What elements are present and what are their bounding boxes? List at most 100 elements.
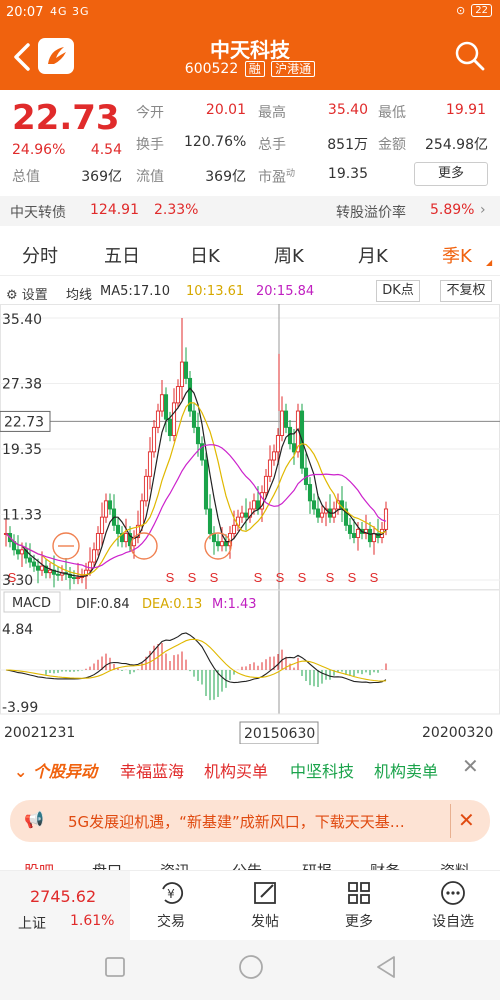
candle-body: [263, 475, 269, 494]
quote-panel: 22.73 24.96% 4.54 今开 20.01 最高 35.40 最低 1…: [0, 90, 500, 194]
promo-banner[interactable]: 📢 5G发展迎机遇，“新基建”成新风口，下载天天基… ✕: [10, 800, 490, 842]
yen-coin-icon: ¥: [162, 882, 184, 904]
tab-quarterly-k[interactable]: 季K: [442, 242, 472, 268]
alert-item[interactable]: 中坚科技: [290, 758, 354, 782]
alert-item[interactable]: 幸福蓝海: [120, 758, 184, 782]
candle-body: [107, 500, 113, 510]
alert-item[interactable]: 机构卖单: [374, 758, 438, 782]
candle-body: [223, 541, 229, 547]
ma10-value: 10:13.61: [186, 284, 245, 299]
crosshair-date-label: 20150630: [244, 726, 315, 742]
sell-signal-marker: S: [276, 570, 285, 585]
tab-daily-k[interactable]: 日K: [190, 242, 220, 268]
lock-icon: ⊙: [456, 4, 466, 17]
recent-apps-icon[interactable]: [104, 956, 126, 978]
more-button[interactable]: 更多: [414, 162, 488, 186]
post-button[interactable]: 发帖: [230, 879, 300, 931]
ma20-value: 20:15.84: [256, 284, 315, 299]
premium-value: 5.89%: [430, 202, 475, 218]
adjust-button[interactable]: 不复权: [440, 280, 492, 302]
tab-five-day[interactable]: 五日: [104, 242, 140, 268]
search-icon[interactable]: [454, 40, 486, 72]
close-icon[interactable]: ✕: [458, 808, 475, 832]
candle-body: [143, 475, 149, 502]
candle-body: [195, 426, 201, 445]
candle-body: [55, 573, 61, 576]
candle-body: [191, 410, 197, 428]
bond-name: 中天转债: [10, 205, 66, 221]
candle-body: [159, 394, 165, 412]
candle-body: [383, 508, 389, 530]
macd-label: MACD: [12, 596, 51, 611]
convertible-bond-bar[interactable]: 中天转债 124.91 2.33% 转股溢价率 5.89% ›: [0, 196, 500, 226]
candle-body: [155, 410, 161, 428]
alert-item[interactable]: 机构买单: [204, 758, 268, 782]
divider: [450, 804, 451, 838]
app-header: 中天科技 600522 融 沪港通: [0, 26, 500, 90]
candle-body: [251, 500, 257, 510]
macd-y-bottom: -3.99: [2, 700, 38, 716]
candle-body: [319, 512, 325, 518]
change-percent: 24.96%: [12, 142, 66, 158]
volume-label: 总手: [258, 137, 286, 153]
add-watchlist-button[interactable]: 设自选: [418, 879, 488, 931]
trade-button[interactable]: ¥ 交易: [136, 879, 206, 931]
connect-tag: 沪港通: [271, 61, 316, 77]
margin-tag: 融: [244, 61, 265, 77]
pe-value: 19.35: [327, 166, 368, 182]
ma20-line: [5, 444, 387, 569]
candle-body: [183, 361, 189, 379]
volume-value: 851万: [327, 137, 368, 153]
candle-body: [255, 500, 261, 510]
dea-line: [5, 638, 387, 682]
candle-body: [215, 541, 221, 547]
candle-body: [27, 557, 33, 563]
index-widget[interactable]: 2745.62 上证 1.61%: [0, 871, 130, 941]
candle-body: [271, 451, 277, 461]
high-value: 35.40: [327, 102, 368, 118]
gear-icon: ⚙: [6, 288, 18, 303]
y-axis-label: 35.40: [2, 312, 42, 328]
open-label: 今开: [136, 105, 164, 121]
candle-body: [315, 508, 321, 518]
sell-signal-marker: S: [188, 570, 197, 585]
low-label: 最低: [378, 105, 406, 121]
back-nav-icon[interactable]: [374, 954, 398, 980]
candle-body: [171, 402, 177, 436]
candle-body: [139, 500, 145, 526]
dk-button[interactable]: DK点: [376, 280, 420, 302]
y-axis-label: 3.30: [2, 573, 33, 589]
sell-signal-marker: S: [370, 570, 379, 585]
pe-label: 市盈动: [258, 169, 296, 186]
tab-dropdown-icon[interactable]: ◢: [486, 258, 492, 267]
candle-body: [167, 418, 173, 436]
home-icon[interactable]: [238, 954, 264, 980]
candle-body: [347, 524, 353, 534]
stock-alert-ticker[interactable]: ⌄ 个股异动 幸福蓝海 机构买单 中坚科技 机构卖单 ✕: [0, 752, 500, 788]
candle-body: [187, 377, 193, 412]
price-panel-frame: [0, 304, 500, 590]
status-bar: 20:07 4G 3G ⊙ 22: [0, 0, 500, 26]
premium-label: 转股溢价率: [336, 205, 406, 221]
ma-label: 均线: [66, 288, 93, 303]
candle-body: [239, 512, 245, 518]
sell-signal-marker: S: [210, 570, 219, 585]
close-icon[interactable]: ✕: [462, 754, 479, 778]
candle-body: [355, 528, 361, 539]
sell-signal-marker: S: [326, 570, 335, 585]
bottom-bar: 2745.62 上证 1.61% ¥ 交易 发帖 更多 设自选: [0, 870, 500, 941]
candle-body: [103, 500, 109, 518]
float-value: 369亿: [205, 169, 246, 185]
tab-intraday[interactable]: 分时: [22, 242, 58, 268]
tab-monthly-k[interactable]: 月K: [358, 242, 388, 268]
more-menu-button[interactable]: 更多: [324, 879, 394, 931]
edit-icon: [254, 882, 276, 904]
candle-body: [243, 512, 249, 518]
candle-body: [291, 443, 297, 453]
svg-text:¥: ¥: [167, 887, 175, 901]
candlestick-series: [3, 318, 389, 591]
tab-weekly-k[interactable]: 周K: [274, 242, 304, 268]
settings-button[interactable]: ⚙ 设置: [6, 284, 48, 303]
kline-chart[interactable]: SSSSSSSSSS35.4027.3822.7319.3511.333.302…: [0, 304, 500, 744]
more-dots-icon: [441, 881, 465, 905]
